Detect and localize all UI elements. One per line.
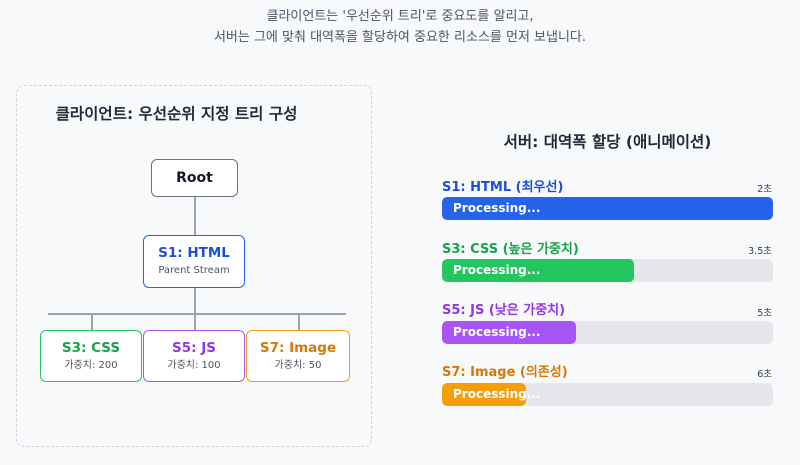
- root-node: Root: [151, 159, 238, 197]
- js-stream-node: S5: JS 가중치: 100: [143, 330, 245, 382]
- css-stream-label: S3: CSS: [61, 339, 121, 356]
- children-bus-connector: [48, 313, 346, 315]
- bar-image-time: 6초: [757, 369, 772, 380]
- bar-js-label: S5: JS (낮은 가중치): [442, 303, 566, 318]
- image-stream-node: S7: Image 가중치: 50: [246, 330, 350, 382]
- bar-image-status: Processing...: [453, 387, 541, 401]
- image-stream-label: S7: Image: [259, 339, 337, 356]
- css-stream-weight: 가중치: 200: [64, 359, 118, 371]
- bar-js-track: Processing...: [442, 321, 773, 344]
- bar-css-label: S3: CSS (높은 가중치): [442, 242, 579, 257]
- caption-line-1: 클라이언트는 '우선순위 트리'로 중요도를 알리고,: [266, 9, 534, 24]
- client-panel-title: 클라이언트: 우선순위 지정 트리 구성: [55, 105, 298, 123]
- html-stream-sub: Parent Stream: [158, 265, 230, 276]
- css-stream-node: S3: CSS 가중치: 200: [40, 330, 142, 382]
- bar-css-time: 3.5초: [748, 246, 772, 257]
- bar-html-track: Processing...: [442, 197, 773, 220]
- bar-css-status: Processing...: [453, 263, 541, 277]
- html-stream-node: S1: HTML Parent Stream: [143, 235, 245, 288]
- root-to-html-connector: [194, 197, 196, 235]
- bar-html-label: S1: HTML (최우선): [442, 180, 564, 195]
- js-stream-weight: 가중치: 100: [167, 359, 221, 371]
- bar-html-status: Processing...: [453, 201, 541, 215]
- bus-to-js-connector: [194, 313, 196, 330]
- caption: 클라이언트는 '우선순위 트리'로 중요도를 알리고, 서버는 그에 맞춰 대역…: [0, 6, 800, 48]
- root-node-label: Root: [176, 170, 213, 186]
- caption-line-2: 서버는 그에 맞춰 대역폭을 할당하여 중요한 리소스를 먼저 보냅니다.: [213, 30, 587, 45]
- bar-js-status: Processing...: [453, 325, 541, 339]
- bar-css-track: Processing...: [442, 259, 773, 282]
- bar-image-label: S7: Image (의존성): [442, 365, 568, 380]
- html-to-bus-connector: [194, 288, 196, 314]
- bar-html-time: 2초: [757, 184, 772, 195]
- bus-to-css-connector: [91, 313, 93, 330]
- bus-to-image-connector: [298, 313, 300, 330]
- bar-image-track: Processing...: [442, 383, 773, 406]
- bar-js-time: 5초: [757, 308, 772, 319]
- js-stream-label: S5: JS: [172, 339, 216, 356]
- image-stream-weight: 가중치: 50: [274, 359, 322, 371]
- server-panel-title: 서버: 대역폭 할당 (애니메이션): [503, 133, 712, 151]
- html-stream-label: S1: HTML: [158, 245, 230, 261]
